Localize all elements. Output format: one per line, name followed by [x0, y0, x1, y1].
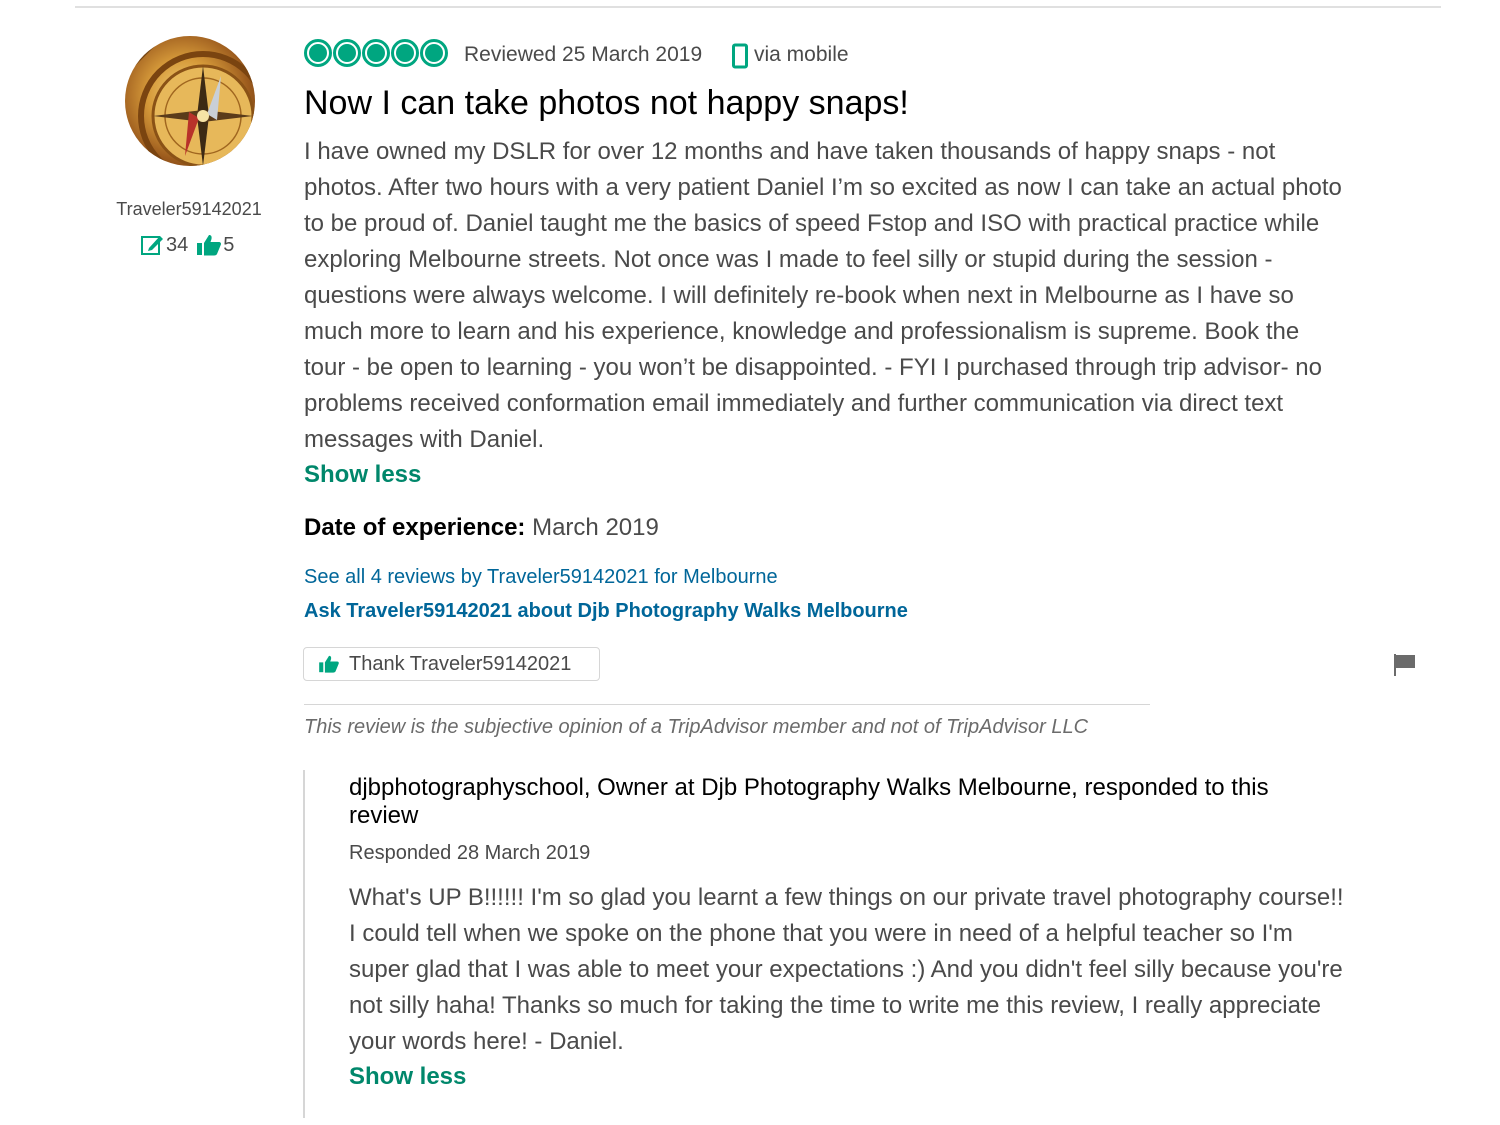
member-name[interactable]: Traveler59142021 [100, 199, 278, 220]
review-body: I have owned my DSLR for over 12 months … [304, 138, 1342, 453]
owner-response-header: djbphotographyschool, Owner at Djb Photo… [349, 774, 1269, 829]
response-show-less-link[interactable]: Show less [349, 1063, 466, 1091]
owner-response-date: Responded 28 March 2019 [349, 842, 591, 864]
see-all-reviews-link[interactable]: See all 4 reviews by Traveler59142021 fo… [304, 566, 778, 589]
top-divider [75, 6, 1441, 8]
rating-bubble-fill [425, 44, 443, 62]
thank-reviewer-button[interactable]: Thank Traveler59142021 [303, 647, 600, 681]
rating-bubble-icon [333, 39, 361, 67]
thank-button-label: Thank Traveler59142021 [349, 652, 572, 675]
date-of-experience-label: Date of experience: [304, 514, 526, 541]
member-stats: 34 5 [140, 233, 234, 257]
thumbs-up-icon [319, 655, 339, 673]
rating-bubble-icon [391, 39, 419, 67]
response-left-border [303, 770, 305, 1118]
date-of-experience-value: March 2019 [532, 514, 659, 541]
review-title[interactable]: Now I can take photos not happy snaps! [304, 84, 909, 123]
thumbs-up-icon [197, 235, 222, 256]
rating-bubble-icon [304, 39, 332, 67]
review-date: Reviewed 25 March 2019 [464, 43, 703, 66]
rating-bubble-fill [396, 44, 414, 62]
member-avatar[interactable] [125, 36, 255, 166]
rating-bubble-icon [362, 39, 390, 67]
review-show-less-link[interactable]: Show less [304, 461, 421, 489]
bubble-rating [304, 39, 449, 67]
rating-bubble-fill [309, 44, 327, 62]
flag-icon[interactable] [1393, 653, 1417, 677]
contributions-count: 34 [166, 233, 189, 256]
ask-reviewer-link[interactable]: Ask Traveler59142021 about Djb Photograp… [304, 600, 908, 623]
rating-bubble-icon [420, 39, 448, 67]
disclaimer-divider [304, 704, 1150, 705]
mobile-phone-icon [732, 43, 748, 69]
via-mobile-label: via mobile [754, 43, 849, 66]
rating-bubble-fill [338, 44, 356, 62]
pencil-edit-icon [141, 236, 163, 255]
rating-bubble-fill [367, 44, 385, 62]
helpful-votes-count: 5 [223, 233, 235, 256]
compass-image [125, 36, 255, 166]
review-disclaimer: This review is the subjective opinion of… [304, 716, 1089, 738]
date-of-experience: Date of experience: March 2019 [304, 514, 659, 542]
owner-response-body: What's UP B!!!!!! I'm so glad you learnt… [349, 884, 1344, 1055]
